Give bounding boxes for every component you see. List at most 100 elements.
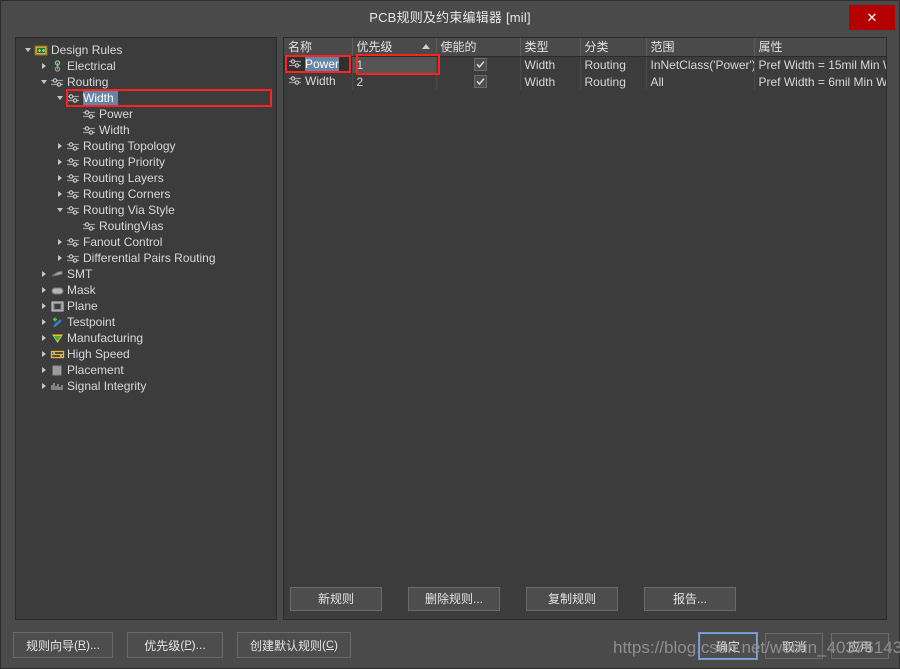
enabled-checkbox[interactable]	[473, 58, 487, 72]
column-header-scope[interactable]: 范围	[646, 38, 755, 57]
chevron-right-icon[interactable]	[54, 154, 65, 170]
column-header-label: 属性	[758, 40, 783, 55]
cell-name[interactable]: Power	[284, 56, 353, 73]
tree-item-routing-layers[interactable]: Routing Layers	[16, 170, 276, 186]
column-header-label: 类型	[524, 40, 549, 55]
column-header-type[interactable]: 类型	[520, 38, 581, 57]
tree-item-width[interactable]: Width	[16, 90, 276, 106]
delete-rule-button[interactable]: 删除规则...	[408, 586, 500, 611]
cell-type[interactable]: Width	[520, 56, 581, 73]
chevron-right-icon[interactable]	[38, 58, 49, 74]
sort-ascending-icon	[421, 44, 430, 49]
new-rule-button[interactable]: 新规则	[290, 586, 382, 611]
chevron-right-icon[interactable]	[38, 362, 49, 378]
bottom-button-mnemonic: R	[78, 639, 86, 651]
pcb-rules-dialog: PCB规则及约束编辑器 [mil] ✕ Design Rules Electric…	[0, 0, 900, 669]
chevron-right-icon[interactable]	[54, 170, 65, 186]
cell-type[interactable]: Width	[520, 73, 581, 90]
tree-item-label: Routing Priority	[83, 155, 166, 169]
tree-item-signal-integrity[interactable]: Signal Integrity	[16, 378, 276, 394]
chevron-down-icon[interactable]	[54, 202, 65, 218]
chevron-right-icon[interactable]	[54, 234, 65, 250]
tree-item-routing-priority[interactable]: Routing Priority	[16, 154, 276, 170]
column-header-enabled[interactable]: 使能的	[436, 38, 521, 57]
cell-text: Power	[305, 56, 340, 71]
cell-name[interactable]: Width	[284, 73, 353, 90]
column-header-category[interactable]: 分类	[580, 38, 647, 57]
cell-priority[interactable]: 1	[352, 56, 437, 73]
chevron-right-icon[interactable]	[54, 138, 65, 154]
tree-item-width[interactable]: Width	[16, 122, 276, 138]
tree-item-design-rules[interactable]: Design Rules	[16, 42, 276, 58]
cell-enabled[interactable]	[436, 56, 521, 73]
tree-item-label: Differential Pairs Routing	[83, 251, 216, 265]
chevron-right-icon[interactable]	[54, 250, 65, 266]
chevron-right-icon[interactable]	[38, 314, 49, 330]
chevron-right-icon[interactable]	[54, 186, 65, 202]
cancel-button[interactable]: 取消	[765, 633, 823, 659]
tree-item-manufacturing[interactable]: Manufacturing	[16, 330, 276, 346]
tree-item-testpoint[interactable]: Testpoint	[16, 314, 276, 330]
bottom-button-2[interactable]: 优先级 (P)...	[126, 632, 223, 658]
table-row[interactable]: Width 2 Width Routing All Pref Width = 6mil M…	[284, 73, 886, 90]
tree-item-routing-via-style[interactable]: Routing Via Style	[16, 202, 276, 218]
cell-priority[interactable]: 2	[352, 73, 437, 90]
table-header-row[interactable]: 名称 优先级 使能的 类型 分类 范围 属性	[284, 38, 886, 57]
tree-item-power[interactable]: Power	[16, 106, 276, 122]
cell-attrs[interactable]: Pref Width = 6mil Min Wid	[754, 73, 886, 90]
rules-tree-panel[interactable]: Design Rules Electrical Routing Width Power W…	[15, 37, 277, 620]
tree-item-plane[interactable]: Plane	[16, 298, 276, 314]
column-header-priority[interactable]: 优先级	[352, 38, 437, 57]
chevron-down-icon[interactable]	[54, 90, 65, 106]
tree-item-fanout-control[interactable]: Fanout Control	[16, 234, 276, 250]
tree-item-electrical[interactable]: Electrical	[16, 58, 276, 74]
tree-item-label: Routing Topology	[83, 139, 176, 153]
chevron-right-icon[interactable]	[38, 282, 49, 298]
apply-button[interactable]: 应用	[831, 633, 889, 659]
bottom-button-3[interactable]: 创建默认规则 (C)	[236, 632, 351, 658]
tree-item-label: High Speed	[67, 347, 130, 361]
page-title: PCB规则及约束编辑器 [mil]	[369, 9, 531, 25]
report-button[interactable]: 报告...	[644, 586, 736, 611]
tree-item-label: Testpoint	[67, 315, 116, 329]
chevron-right-icon[interactable]	[38, 266, 49, 282]
tree-item-label: Plane	[67, 299, 98, 313]
column-header-name[interactable]: 名称	[284, 38, 353, 57]
tree-item-differential-pairs-routing[interactable]: Differential Pairs Routing	[16, 250, 276, 266]
tree-item-mask[interactable]: Mask	[16, 282, 276, 298]
bottom-button-1[interactable]: 规则向导 (R)...	[13, 632, 113, 658]
tree-item-routing-corners[interactable]: Routing Corners	[16, 186, 276, 202]
cell-category[interactable]: Routing	[580, 73, 647, 90]
table-body[interactable]: Power 1 Width Routing InNetClass('Power') Pre…	[284, 56, 886, 90]
routing-icon	[65, 139, 81, 153]
tree-item-routing[interactable]: Routing	[16, 74, 276, 90]
column-header-attrs[interactable]: 属性	[754, 38, 886, 57]
tree-item-routing-topology[interactable]: Routing Topology	[16, 138, 276, 154]
routing-icon	[288, 57, 303, 73]
routing-icon	[81, 107, 97, 121]
chevron-down-icon[interactable]	[38, 74, 49, 90]
chevron-right-icon[interactable]	[38, 346, 49, 362]
table-row[interactable]: Power 1 Width Routing InNetClass('Power') Pre…	[284, 56, 886, 73]
cell-attrs[interactable]: Pref Width = 15mil Min Wi	[754, 56, 886, 73]
chevron-down-icon[interactable]	[22, 42, 33, 58]
ok-button[interactable]: 确定	[698, 632, 758, 660]
cell-scope[interactable]: InNetClass('Power')	[646, 56, 755, 73]
column-header-label: 范围	[650, 40, 675, 55]
close-button[interactable]: ✕	[849, 5, 895, 30]
duplicate-rule-button[interactable]: 复制规则	[526, 586, 618, 611]
rules-table[interactable]: 名称 优先级 使能的 类型 分类 范围 属性 Power 1 Width Routing InNet…	[284, 38, 886, 90]
cell-category[interactable]: Routing	[580, 56, 647, 73]
tree-item-smt[interactable]: SMT	[16, 266, 276, 282]
tree-item-routingvias[interactable]: RoutingVias	[16, 218, 276, 234]
chevron-right-icon[interactable]	[38, 378, 49, 394]
rules-tree[interactable]: Design Rules Electrical Routing Width Power W…	[16, 42, 276, 394]
tree-item-placement[interactable]: Placement	[16, 362, 276, 378]
cell-enabled[interactable]	[436, 73, 521, 90]
rules-grid-scroll[interactable]: 名称 优先级 使能的 类型 分类 范围 属性 Power 1 Width Routing InNet…	[284, 38, 886, 578]
tree-item-high-speed[interactable]: High Speed	[16, 346, 276, 362]
chevron-right-icon[interactable]	[38, 330, 49, 346]
chevron-right-icon[interactable]	[38, 298, 49, 314]
enabled-checkbox[interactable]	[473, 75, 487, 88]
cell-scope[interactable]: All	[646, 73, 755, 90]
